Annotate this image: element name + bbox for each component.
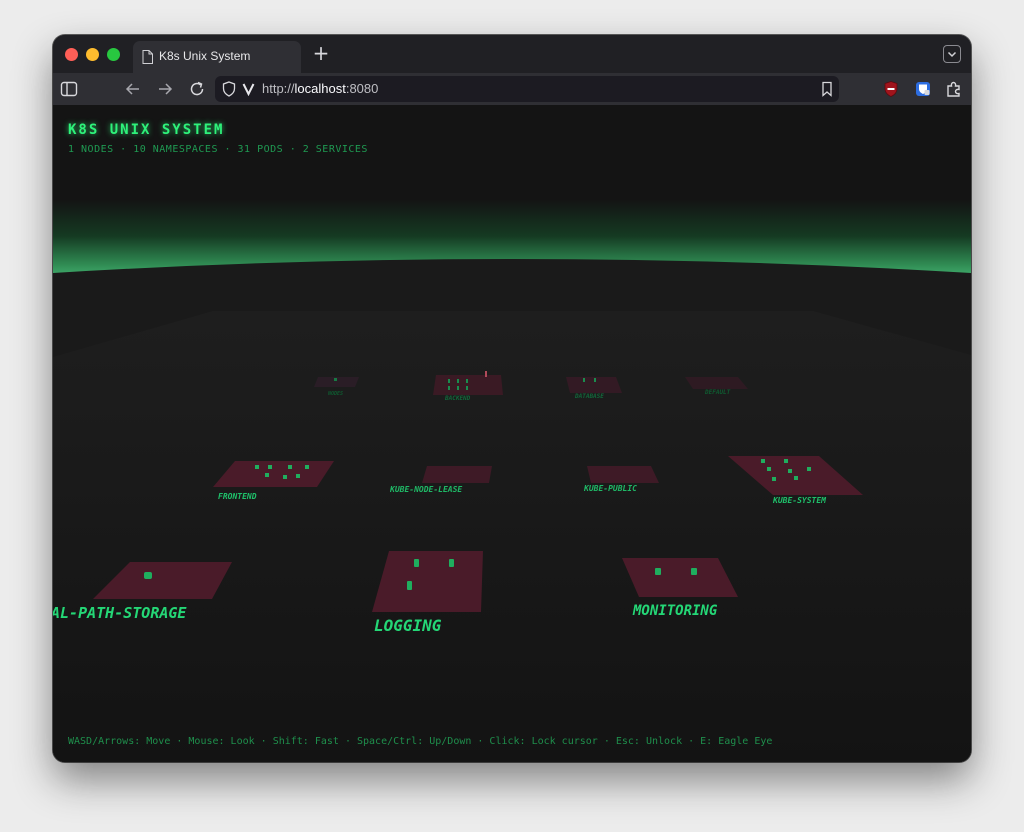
pod: [485, 371, 487, 377]
pod: [265, 473, 269, 477]
floor-platform: [53, 311, 971, 762]
pod: [414, 559, 419, 567]
bookmark-icon[interactable]: [821, 81, 833, 97]
tab-title: K8s Unix System: [159, 49, 251, 63]
url-port: :8080: [345, 81, 379, 96]
pod: [144, 572, 152, 579]
namespace-label: KUBE-PUBLIC: [583, 484, 637, 493]
browser-window: K8s Unix System + http://localhost:8080 …: [53, 35, 971, 762]
pod: [794, 476, 798, 480]
bitwarden-icon[interactable]: [913, 79, 933, 99]
chevron-down-icon: [947, 51, 957, 58]
pod: [283, 475, 287, 479]
pod: [583, 378, 585, 382]
shield-icon[interactable]: [222, 81, 236, 97]
tab-strip: K8s Unix System +: [53, 35, 971, 73]
pod: [288, 465, 292, 469]
platform: [685, 377, 748, 389]
back-arrow-icon[interactable]: [123, 79, 143, 99]
namespace-label: FRONTEND: [218, 492, 257, 501]
pod: [466, 386, 468, 390]
extensions-puzzle-icon[interactable]: [944, 79, 964, 99]
pod: [466, 379, 468, 383]
url-host: localhost: [294, 81, 346, 96]
pod: [784, 459, 788, 463]
pod: [255, 465, 259, 469]
hud-controls-help: WASD/Arrows: Move · Mouse: Look · Shift:…: [68, 736, 773, 747]
pod: [767, 467, 771, 471]
namespace-label: NODES: [327, 391, 343, 397]
pod: [448, 386, 450, 390]
platform: [372, 551, 483, 612]
pod: [807, 467, 811, 471]
pod: [761, 459, 765, 463]
sidebar-toggle-icon[interactable]: [59, 79, 79, 99]
navigation-toolbar: http://localhost:8080: [53, 73, 971, 105]
hud-stats: 1 NODES · 10 NAMESPACES · 31 PODS · 2 SE…: [68, 144, 368, 155]
platform: [622, 558, 738, 597]
close-window-button[interactable]: [65, 48, 78, 61]
pod: [448, 379, 450, 383]
scene-canvas[interactable]: NODES BACKEND DATABASE DEFAULT FRONTEND …: [53, 105, 971, 762]
ublock-icon[interactable]: [881, 79, 901, 99]
hud-title: K8S UNIX SYSTEM: [68, 122, 225, 138]
pod: [457, 379, 459, 383]
namespace-label: MONITORING: [632, 603, 718, 619]
namespace-label: KUBE-SYSTEM: [772, 496, 827, 505]
site-info-icon[interactable]: [242, 82, 255, 96]
tab-active[interactable]: K8s Unix System: [133, 41, 301, 73]
namespace-label: KUBE-NODE-LEASE: [389, 485, 462, 494]
pod: [457, 386, 459, 390]
maximize-window-button[interactable]: [107, 48, 120, 61]
pod: [334, 378, 337, 381]
pod: [691, 568, 697, 575]
pod: [788, 469, 792, 473]
url-bar[interactable]: http://localhost:8080: [215, 76, 839, 102]
namespace-label: AL-PATH-STORAGE: [53, 604, 187, 622]
pod: [594, 378, 596, 382]
namespace-label: LOGGING: [374, 616, 442, 635]
platform: [587, 466, 659, 483]
tab-list-button[interactable]: [943, 45, 961, 63]
pod: [449, 559, 454, 567]
new-tab-button[interactable]: +: [311, 43, 331, 64]
pod: [655, 568, 661, 575]
pod: [407, 581, 412, 590]
page-icon: [142, 50, 153, 64]
pod: [772, 477, 776, 481]
url-text: http://localhost:8080: [262, 81, 378, 96]
namespace-label: DEFAULT: [704, 389, 731, 396]
pod: [268, 465, 272, 469]
platform: [422, 466, 492, 483]
pod: [305, 465, 309, 469]
namespace-label: BACKEND: [444, 395, 471, 402]
scene-viewport[interactable]: NODES BACKEND DATABASE DEFAULT FRONTEND …: [53, 105, 971, 762]
minimize-window-button[interactable]: [86, 48, 99, 61]
url-scheme: http://: [262, 81, 295, 96]
platform: [433, 375, 503, 395]
pod: [296, 474, 300, 478]
namespace-label: DATABASE: [574, 393, 604, 400]
forward-arrow-icon[interactable]: [155, 79, 175, 99]
reload-icon[interactable]: [187, 79, 207, 99]
